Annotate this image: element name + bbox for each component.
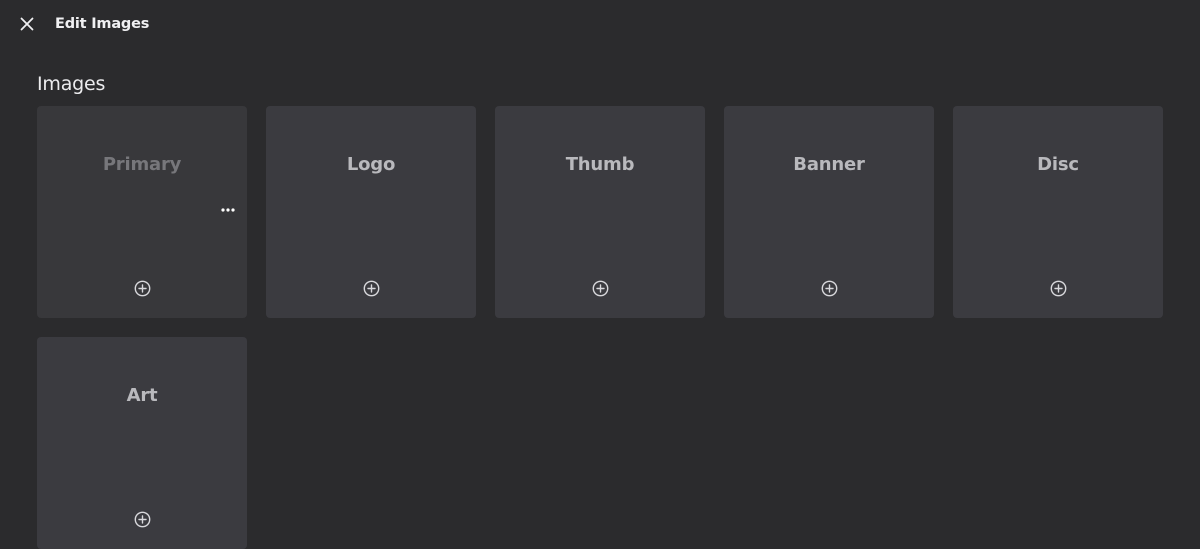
image-card-banner[interactable]: Banner	[724, 106, 934, 318]
dialog-title: Edit Images	[55, 16, 150, 32]
add-circle-icon	[592, 280, 609, 301]
card-label: Primary	[102, 154, 182, 175]
card-label: Logo	[346, 154, 396, 175]
image-card-art[interactable]: Art	[37, 337, 247, 549]
add-image-button[interactable]	[820, 280, 838, 301]
add-image-button[interactable]	[133, 280, 151, 301]
image-card-thumb[interactable]: Thumb	[495, 106, 705, 318]
more-horizontal-icon	[221, 197, 235, 216]
image-card-primary[interactable]: Primary	[37, 106, 247, 318]
add-circle-icon	[134, 280, 151, 301]
image-card-disc[interactable]: Disc	[953, 106, 1163, 318]
add-circle-icon	[821, 280, 838, 301]
more-options-button[interactable]	[217, 198, 239, 214]
add-circle-icon	[363, 280, 380, 301]
add-image-button[interactable]	[591, 280, 609, 301]
add-circle-icon	[1050, 280, 1067, 301]
add-image-button[interactable]	[133, 511, 151, 532]
add-image-button[interactable]	[1049, 280, 1067, 301]
close-button[interactable]	[14, 12, 40, 38]
add-image-button[interactable]	[362, 280, 380, 301]
section-title: Images	[37, 73, 106, 95]
image-card-logo[interactable]: Logo	[266, 106, 476, 318]
close-icon	[20, 16, 34, 35]
header-bar: Edit Images	[0, 0, 1200, 52]
card-label: Disc	[1037, 154, 1079, 175]
add-circle-icon	[134, 511, 151, 532]
card-label: Banner	[793, 154, 865, 175]
card-label: Thumb	[565, 154, 635, 175]
card-label: Art	[126, 385, 158, 406]
